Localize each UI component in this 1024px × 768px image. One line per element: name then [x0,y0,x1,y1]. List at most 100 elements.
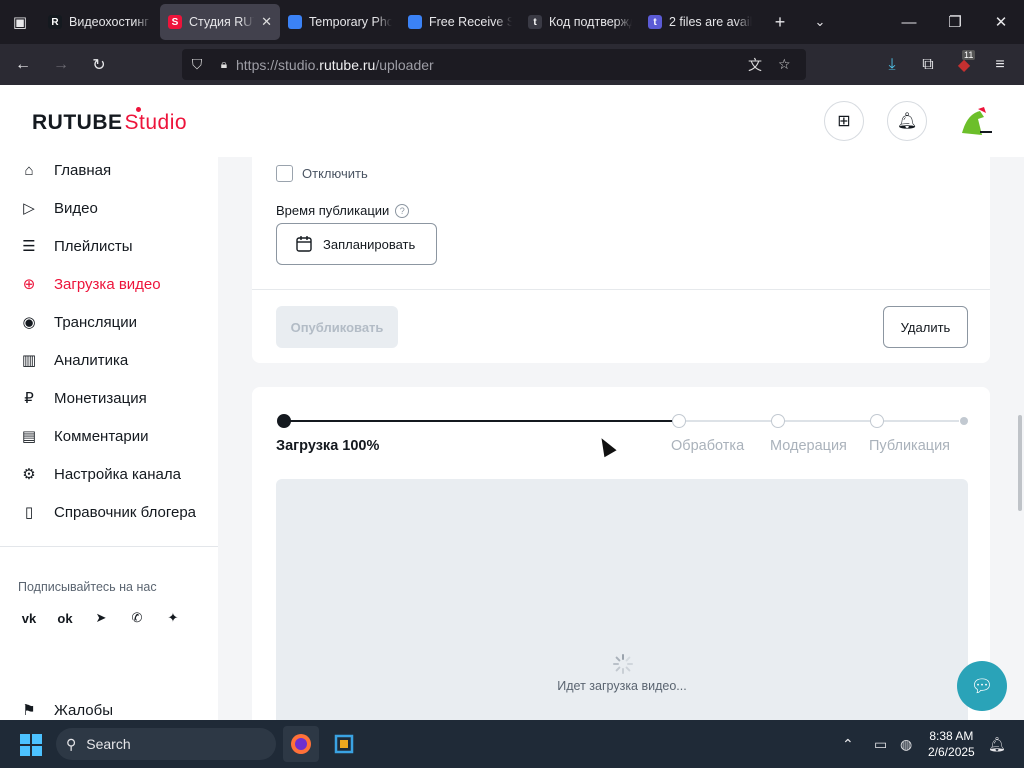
bell-icon: 🔔︎ [896,113,918,130]
sidebar-item[interactable]: ▥ Аналитика [20,345,128,375]
sidebar-item[interactable]: ▤ Комментарии [20,421,149,451]
browser-tab[interactable]: Temporary Phone [280,4,400,40]
url-domain: rutube.ru [319,56,376,73]
tab-overflow-icon[interactable]: ⌄ [800,0,840,44]
notification-bell-icon[interactable]: 🔔︎ [988,720,1006,768]
checkbox-box[interactable] [276,165,293,182]
tab-favicon-icon: t [528,15,542,29]
telegram-icon[interactable]: ➤ [90,607,112,629]
display-icon[interactable]: ▭ [874,720,887,768]
close-tab-icon[interactable]: ✕ [261,14,272,30]
vk-icon[interactable]: vk [18,607,40,629]
page-scrollbar[interactable] [1018,415,1022,511]
comments-icon: ▤ [21,428,37,445]
help-icon[interactable]: ? [395,203,410,218]
back-icon[interactable]: ← [4,44,42,85]
tab-favicon-icon [408,15,422,29]
sidebar-item[interactable]: ▷ Видео [20,193,98,223]
sidebar-item-complaints[interactable]: ⚑ Жалобы [20,695,113,720]
browser-nav-bar: ← → ↻ ⛉ 🔒︎ https://studio. rutube.ru/uplo… [0,44,1024,85]
new-tab-icon[interactable]: + [760,0,800,44]
extensions-icon[interactable]: ⧉ [910,44,946,85]
viber-icon[interactable]: ✆ [126,607,148,629]
add-video-button[interactable]: ⊞ [824,101,864,141]
step-moderation-dot [771,414,785,428]
sidebar-item[interactable]: ⊕ Загрузка видео [20,269,161,299]
taskbar-search[interactable]: ⚲ Search [56,728,276,760]
shield-icon[interactable]: ⛉ [182,56,212,73]
support-chat-button[interactable]: 💬︎ [957,661,1007,711]
tab-list-icon[interactable]: ▣ [0,0,40,44]
tab-title: Видеохостинг [69,15,149,29]
sidebar-item-label: Главная [54,161,112,179]
lock-icon[interactable]: 🔒︎ [212,57,236,72]
video-icon: ▷ [23,200,35,217]
download-icon[interactable]: ⤓ [874,44,910,85]
step-end-dot [960,417,968,425]
step-moderation-label: Модерация [770,438,847,454]
disable-label: Отключить [302,166,368,181]
sidebar-item[interactable]: ⚙ Настройка канала [20,459,181,489]
tab-strip: R Видеохостинг S Студия RUTUBE ✕ Temporary Ph… [40,4,760,40]
avatar[interactable] [958,105,992,139]
browser-tab[interactable]: t 2 files are available [640,4,760,40]
disable-checkbox[interactable]: Отключить [276,165,368,182]
browser-tab[interactable]: t Код подтверждения [520,4,640,40]
gear-icon: ⚙ [22,466,36,483]
extension-badge-icon[interactable]: ◆ 11 [946,44,982,85]
flag-icon: ⚑ [22,702,36,719]
dzen-icon[interactable]: ✦ [162,607,184,629]
minimize-icon[interactable]: — [886,0,932,44]
reload-icon[interactable]: ↻ [80,44,118,85]
sidebar-item-label: Монетизация [54,389,147,407]
forward-icon[interactable]: → [42,44,80,85]
logo-sub: Studio [124,111,188,134]
browser-tab[interactable]: S Студия RUTUBE ✕ [160,4,280,40]
sidebar-item[interactable]: ◉ Трансляции [20,307,137,337]
tray-overflow-icon[interactable]: ⌃ [842,720,854,768]
address-bar[interactable]: ⛉ 🔒︎ https://studio. rutube.ru/uploader 文… [182,49,806,80]
chat-icon: 💬︎ [970,675,994,696]
translate-icon[interactable]: 文 [748,55,762,75]
browser-tab-bar: ▣ R Видеохостинг S Студия RUTUBE ✕ Temporary … [0,0,1024,44]
tab-favicon-icon: t [648,15,662,29]
browser-tab[interactable]: R Видеохостинг [40,4,160,40]
sidebar-divider [0,546,218,547]
firefox-icon[interactable] [283,726,319,762]
bookmark-star-icon[interactable]: ☆ [778,56,791,73]
calendar-icon [296,236,312,252]
logo-dot [136,107,141,112]
sidebar-item[interactable]: ▯ Справочник блогера [20,497,196,527]
restore-icon[interactable]: ❐ [932,0,978,44]
browser-tab[interactable]: Free Receive SMS [400,4,520,40]
odnoklassniki-icon[interactable]: ok [54,607,76,629]
rutube-studio-logo[interactable]: RUTUBEStudio [32,107,188,135]
sidebar-item[interactable]: ⌂ Главная [20,155,111,185]
schedule-button[interactable]: Запланировать [276,223,437,265]
publish-time-text: Время публикации [276,203,390,218]
studio-header: RUTUBEStudio ⊞ 🔔︎ [0,85,1024,157]
tab-favicon-icon: S [168,15,182,29]
taskbar-clock[interactable]: 8:38 AM 2/6/2025 [928,728,975,760]
sidebar-item-label: Видео [54,199,98,217]
spinner-icon [613,654,633,674]
search-icon: ⚲ [66,735,77,752]
tab-title: Temporary Phone [309,15,392,29]
menu-icon[interactable]: ≡ [982,44,1018,85]
close-window-icon[interactable]: ✕ [978,0,1024,44]
publish-time-label: Время публикации ? [276,203,410,218]
progress-line-done [284,420,679,422]
virtualbox-icon[interactable] [326,726,362,762]
url-path: /uploader [375,56,434,73]
sidebar-item-label: Справочник блогера [54,503,197,521]
sidebar-item[interactable]: ☰ Плейлисты [20,231,132,261]
network-icon[interactable]: ◍ [900,720,912,768]
home-icon: ⌂ [24,161,34,179]
sidebar-item[interactable]: ₽ Монетизация [20,383,147,413]
delete-button[interactable]: Удалить [883,306,968,348]
step-publication-label: Публикация [869,438,951,454]
windows-start-icon[interactable] [20,734,42,756]
publish-button[interactable]: Опубликовать [276,306,398,348]
notifications-button[interactable]: 🔔︎ [887,101,927,141]
step-processing-label: Обработка [671,438,745,454]
